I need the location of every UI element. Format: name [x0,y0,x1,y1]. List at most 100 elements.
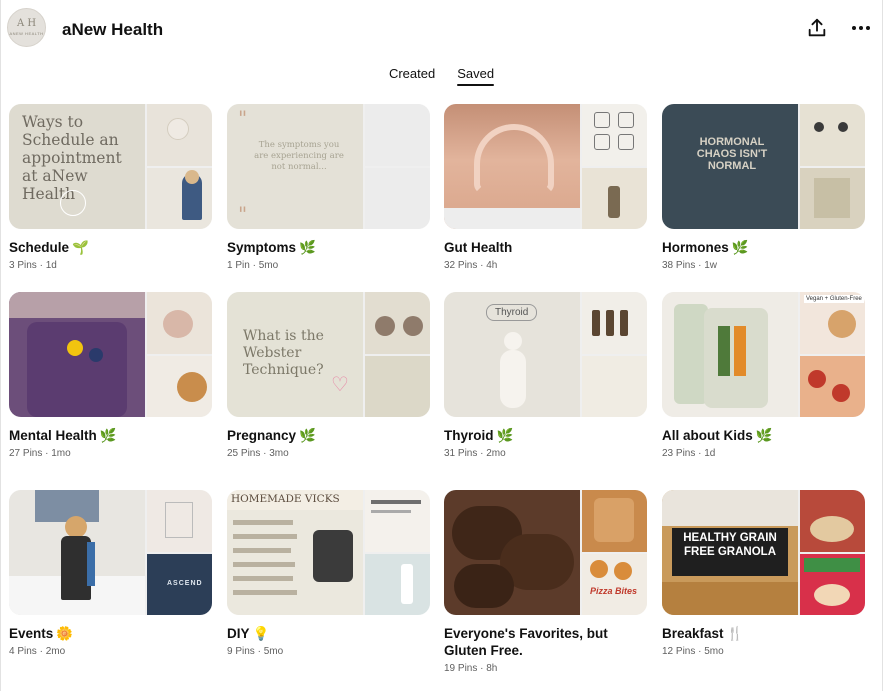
board-cover: HORMONAL CHAOS ISN'T NORMAL [662,104,865,229]
board-cover: Thyroid [444,292,647,417]
board-meta: 25 Pins · 3mo [227,448,289,459]
cover-image-main [9,490,145,615]
cover-image-side [365,355,430,417]
board-meta: 3 Pins · 1d [9,260,57,271]
cover-text: Ways to Schedule an appointment at aNew … [22,113,122,203]
board-title: Events 🌼 [9,626,74,641]
board-cover: HOMEMADE VICKS [227,490,430,615]
cover-image-main [662,292,798,417]
board-card-events[interactable]: ASCEND Events 🌼 4 Pins · 2mo [9,490,212,657]
cover-image-side [582,292,647,354]
cover-text: ASCEND [167,579,203,587]
herb-icon: 🌿 [299,428,316,443]
board-title: Breakfast 🍴 [662,626,744,641]
cover-image-side [582,167,647,229]
cover-image-side [147,292,212,354]
cover-image-side [147,490,212,552]
herb-icon: 🌿 [755,428,773,443]
cover-image-side: ASCEND [147,553,212,615]
cover-image-side [365,292,430,354]
board-card-schedule[interactable]: Ways to Schedule an appointment at aNew … [9,104,212,271]
sprout-icon: 🌱 [72,240,89,255]
cover-image-side [365,167,430,229]
cover-image-main: Ways to Schedule an appointment at aNew … [9,104,145,229]
tab-saved[interactable]: Saved [457,64,494,86]
board-meta: 1 Pin · 5mo [227,260,279,271]
avatar[interactable]: A H ANEW HEALTH [7,8,46,47]
cover-image-side [365,553,430,615]
cover-image-side [800,490,865,552]
cover-text: The symptoms you are experiencing are no… [254,140,344,172]
cover-image-side: Pizza Bites [582,553,647,615]
board-card-symptoms[interactable]: " The symptoms you are experiencing are … [227,104,430,271]
cover-image-side [582,490,647,552]
cover-image-main: What is the Webster Technique? ♡ [227,292,363,417]
board-title: DIY 💡 [227,626,270,641]
board-cover: HEALTHY GRAIN FREE GRANOLA [662,490,865,615]
board-meta: 31 Pins · 2mo [444,448,506,459]
board-card-breakfast[interactable]: HEALTHY GRAIN FREE GRANOLA Breakfast 🍴 12… [662,490,865,657]
board-meta: 12 Pins · 5mo [662,646,724,657]
arrow-circle-icon [60,190,86,216]
herb-icon: 🌿 [731,240,749,255]
board-title: Symptoms 🌿 [227,240,316,255]
board-meta: 19 Pins · 8h [444,663,498,674]
board-title: Schedule 🌱 [9,240,89,255]
board-title: Mental Health 🌿 [9,428,117,443]
board-card-pregnancy[interactable]: What is the Webster Technique? ♡ Pregnan… [227,292,430,459]
cover-image-main: HORMONAL CHAOS ISN'T NORMAL [662,104,798,229]
board-title: Gut Health [444,240,513,255]
cover-image-side [800,104,865,166]
profile-name: aNew Health [62,20,164,39]
cover-image-main [9,292,145,417]
board-card-all-about-kids[interactable]: Vegan + Gluten-Free All about Kids 🌿 23 P… [662,292,865,459]
cover-image-side [365,490,430,552]
cover-text: Vegan + Gluten-Free [804,295,864,303]
cover-text: Thyroid [486,304,538,321]
cover-image-side [582,104,647,166]
share-icon [808,18,826,37]
cover-text: HEALTHY GRAIN FREE GRANOLA [672,528,788,576]
board-cover [444,104,647,229]
board-cover: Ways to Schedule an appointment at aNew … [9,104,212,229]
more-options-button[interactable] [847,14,875,42]
cover-image-side [800,553,865,615]
herb-icon: 🌿 [299,240,316,255]
cover-text: HORMONAL CHAOS ISN'T NORMAL [696,136,768,172]
cover-text: HOMEMADE VICKS [227,490,363,510]
tab-created[interactable]: Created [389,64,435,86]
cover-image-main [444,104,580,229]
board-meta: 4 Pins · 2mo [9,646,66,657]
board-card-everyones-favorites[interactable]: Pizza Bites Everyone's Favorites, but Gl… [444,490,647,674]
flower-icon: 🌼 [56,626,74,641]
board-meta: 32 Pins · 4h [444,260,498,271]
board-cover: ASCEND [9,490,212,615]
cover-image-main [444,490,580,615]
cover-text: Pizza Bites [590,585,638,596]
cover-image-side [365,104,430,166]
board-card-thyroid[interactable]: Thyroid Thyroid 🌿 31 Pins · 2mo [444,292,647,459]
board-meta: 38 Pins · 1w [662,260,718,271]
herb-icon: 🌿 [496,428,514,443]
board-card-hormones[interactable]: HORMONAL CHAOS ISN'T NORMAL Hormones 🌿 38… [662,104,865,271]
profile-header: A H ANEW HEALTH aNew Health [0,0,883,60]
lightbulb-icon: 💡 [252,626,270,641]
cover-image-side [800,355,865,417]
heart-icon: ♡ [331,374,349,396]
board-cover: What is the Webster Technique? ♡ [227,292,430,417]
board-card-diy[interactable]: HOMEMADE VICKS DIY 💡 9 Pins · 5mo [227,490,430,657]
cover-image-side [800,167,865,229]
cover-image-side [147,167,212,229]
board-card-gut-health[interactable]: Gut Health 32 Pins · 4h [444,104,647,271]
cover-image-side [147,355,212,417]
board-cover: " The symptoms you are experiencing are … [227,104,430,229]
avatar-logo-mark: A H [16,18,37,29]
share-button[interactable] [803,14,831,42]
board-title: All about Kids 🌿 [662,428,773,443]
board-title: Pregnancy 🌿 [227,428,316,443]
fork-knife-icon: 🍴 [726,626,744,641]
board-card-mental-health[interactable]: Mental Health 🌿 27 Pins · 1mo [9,292,212,459]
cover-image-main: HOMEMADE VICKS [227,490,363,615]
cover-image-side [582,355,647,417]
cover-image-main: " The symptoms you are experiencing are … [227,104,363,229]
